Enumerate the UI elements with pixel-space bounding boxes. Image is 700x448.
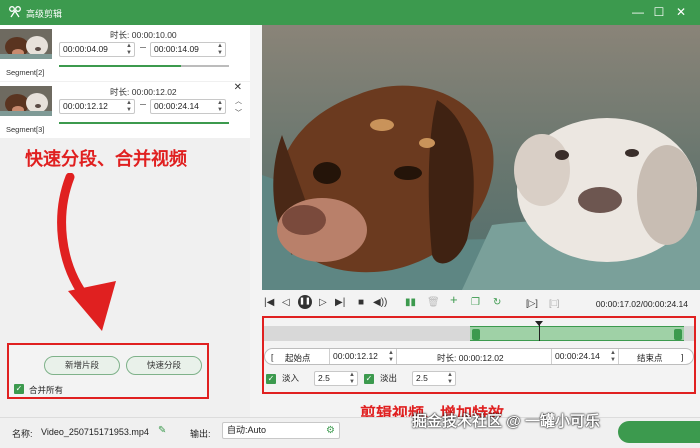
spinner-icon[interactable]: ▲ ▼ bbox=[388, 350, 394, 363]
step-forward-icon[interactable]: ▷ bbox=[319, 297, 327, 309]
title-bar: 高级剪辑 — ☐ ✕ bbox=[0, 0, 700, 25]
delete-icon[interactable]: 🗑 bbox=[427, 297, 440, 309]
watermark: 掘金技术社区 @ 一罐小可乐 bbox=[412, 413, 600, 430]
rotate-icon[interactable]: ↻ bbox=[493, 297, 501, 309]
segment-label: Segment[3] bbox=[6, 125, 45, 134]
trim-edit-box: [ 起始点 00:00:12.12 ▲ ▼ 时长: 00:00:12.02 00:… bbox=[262, 316, 696, 394]
new-segment-button[interactable]: 新增片段 bbox=[44, 356, 120, 375]
fade-in-checkbox[interactable]: ✓ bbox=[266, 374, 276, 384]
end-bracket: ] bbox=[681, 352, 684, 362]
pause-icon[interactable]: ❚❚ bbox=[298, 295, 312, 309]
output-label: 输出: bbox=[190, 429, 211, 439]
fade-out-label: 淡出 bbox=[380, 373, 398, 383]
merge-all-checkbox[interactable]: ✓ bbox=[14, 384, 24, 394]
minimize-button[interactable]: — bbox=[630, 4, 646, 20]
segment-duration: 时长: 00:00:12.02 bbox=[110, 87, 177, 97]
annotation-arrow-icon bbox=[57, 173, 116, 331]
spinner-icon[interactable]: ▲ ▼ bbox=[126, 100, 132, 113]
fade-out-checkbox[interactable]: ✓ bbox=[364, 374, 374, 384]
time-readout: 00:00:17.02/00:00:24.14 bbox=[595, 299, 688, 309]
video-frame bbox=[262, 25, 700, 290]
segment-start-input[interactable]: 00:00:04.09 ▲ ▼ bbox=[59, 42, 135, 57]
spinner-icon[interactable]: ▲ ▼ bbox=[610, 350, 616, 363]
start-bracket: [ bbox=[271, 352, 274, 362]
add-icon[interactable]: + bbox=[450, 293, 458, 306]
player-controls: |◀ ◁ ❚❚ ▷ ▶| ■ ◀)) ▮▮ 🗑 + ❐ ↻ [▷] [□] 00… bbox=[262, 290, 700, 316]
split-icon[interactable]: ▮▮ bbox=[405, 297, 416, 309]
trim-end-handle[interactable] bbox=[674, 329, 682, 340]
window-title: 高级剪辑 bbox=[26, 9, 63, 19]
duration-readout: 时长: 00:00:12.02 bbox=[437, 353, 504, 363]
stop-icon[interactable]: ■ bbox=[358, 297, 364, 309]
action-button-edge[interactable] bbox=[618, 421, 700, 443]
volume-icon[interactable]: ◀)) bbox=[373, 297, 387, 309]
crop-icon[interactable]: [▷] bbox=[526, 297, 538, 309]
spinner-icon[interactable]: ▲ ▼ bbox=[217, 43, 223, 56]
spinner-icon[interactable]: ▲ ▼ bbox=[349, 372, 355, 385]
video-preview[interactable] bbox=[262, 25, 700, 290]
fade-in-label: 淡入 bbox=[282, 373, 300, 383]
spinner-icon[interactable]: ▲ ▼ bbox=[447, 372, 453, 385]
close-window-button[interactable]: ✕ bbox=[673, 4, 689, 20]
segment-duration: 时长: 00:00:10.00 bbox=[110, 30, 177, 40]
quick-split-button[interactable]: 快速分段 bbox=[126, 356, 202, 375]
snapshot-icon[interactable]: [□] bbox=[549, 297, 559, 309]
trim-values-row: [ 起始点 00:00:12.12 ▲ ▼ 时长: 00:00:12.02 00:… bbox=[264, 348, 694, 365]
segment-actions-box: 新增片段 快速分段 ✓ 合并所有 bbox=[7, 343, 209, 399]
edit-name-icon[interactable]: ✎ bbox=[158, 425, 166, 436]
name-label: 名称: bbox=[12, 429, 33, 439]
maximize-button[interactable]: ☐ bbox=[651, 4, 667, 20]
segment-item[interactable]: Segment[3] 时长: 00:00:12.02 00:00:12.12 ▲… bbox=[0, 82, 250, 138]
step-back-icon[interactable]: ◁ bbox=[282, 297, 290, 309]
copy-icon[interactable]: ❐ bbox=[471, 297, 480, 309]
range-separator bbox=[140, 104, 146, 105]
gear-icon[interactable]: ⚙ bbox=[326, 423, 335, 438]
fade-in-input[interactable]: 2.5 ▲ ▼ bbox=[314, 371, 358, 386]
start-time-input[interactable]: 00:00:12.12 ▲ ▼ bbox=[329, 349, 397, 364]
output-select[interactable]: 自动:Auto ⚙ bbox=[222, 422, 340, 439]
segment-panel: Segment[2] 时长: 00:00:10.00 00:00:04.09 ▲… bbox=[0, 25, 250, 417]
trim-start-handle[interactable] bbox=[472, 329, 480, 340]
segment-progress-bar bbox=[59, 122, 229, 124]
segment-start-input[interactable]: 00:00:12.12 ▲ ▼ bbox=[59, 99, 135, 114]
file-name: Video_250715171953.mp4 bbox=[41, 427, 149, 437]
move-down-icon[interactable]: ﹀ bbox=[235, 108, 242, 118]
merge-all-label: 合并所有 bbox=[29, 385, 64, 395]
segment-end-input[interactable]: 00:00:24.14 ▲ ▼ bbox=[150, 99, 226, 114]
advanced-edit-window: 高级剪辑 — ☐ ✕ Segment[2] 时长: 00:00:10.00 00… bbox=[0, 0, 700, 448]
segment-thumbnail bbox=[0, 29, 52, 59]
remove-segment-icon[interactable]: ✕ bbox=[234, 82, 242, 93]
skip-end-icon[interactable]: ▶| bbox=[335, 297, 345, 309]
segment-item[interactable]: Segment[2] 时长: 00:00:10.00 00:00:04.09 ▲… bbox=[0, 25, 250, 81]
set-start-button[interactable]: 起始点 bbox=[285, 352, 311, 364]
segment-progress-bar bbox=[59, 65, 229, 67]
spinner-icon[interactable]: ▲ ▼ bbox=[126, 43, 132, 56]
set-end-button[interactable]: 结束点 bbox=[637, 352, 663, 364]
playhead-marker-icon[interactable] bbox=[535, 321, 544, 326]
segment-label: Segment[2] bbox=[6, 68, 45, 77]
trim-timeline[interactable] bbox=[264, 321, 694, 341]
trim-selection[interactable] bbox=[470, 326, 684, 341]
move-up-icon[interactable]: ︿ bbox=[235, 96, 242, 106]
end-time-input[interactable]: 00:00:24.14 ▲ ▼ bbox=[551, 349, 619, 364]
segment-end-input[interactable]: 00:00:14.09 ▲ ▼ bbox=[150, 42, 226, 57]
segment-thumbnail bbox=[0, 86, 52, 116]
range-separator bbox=[140, 47, 146, 48]
annotation-caption: 快速分段、合并视频 bbox=[25, 149, 187, 169]
fade-out-input[interactable]: 2.5 ▲ ▼ bbox=[412, 371, 456, 386]
skip-start-icon[interactable]: |◀ bbox=[264, 297, 274, 309]
app-logo-icon bbox=[9, 6, 21, 18]
spinner-icon[interactable]: ▲ ▼ bbox=[217, 100, 223, 113]
